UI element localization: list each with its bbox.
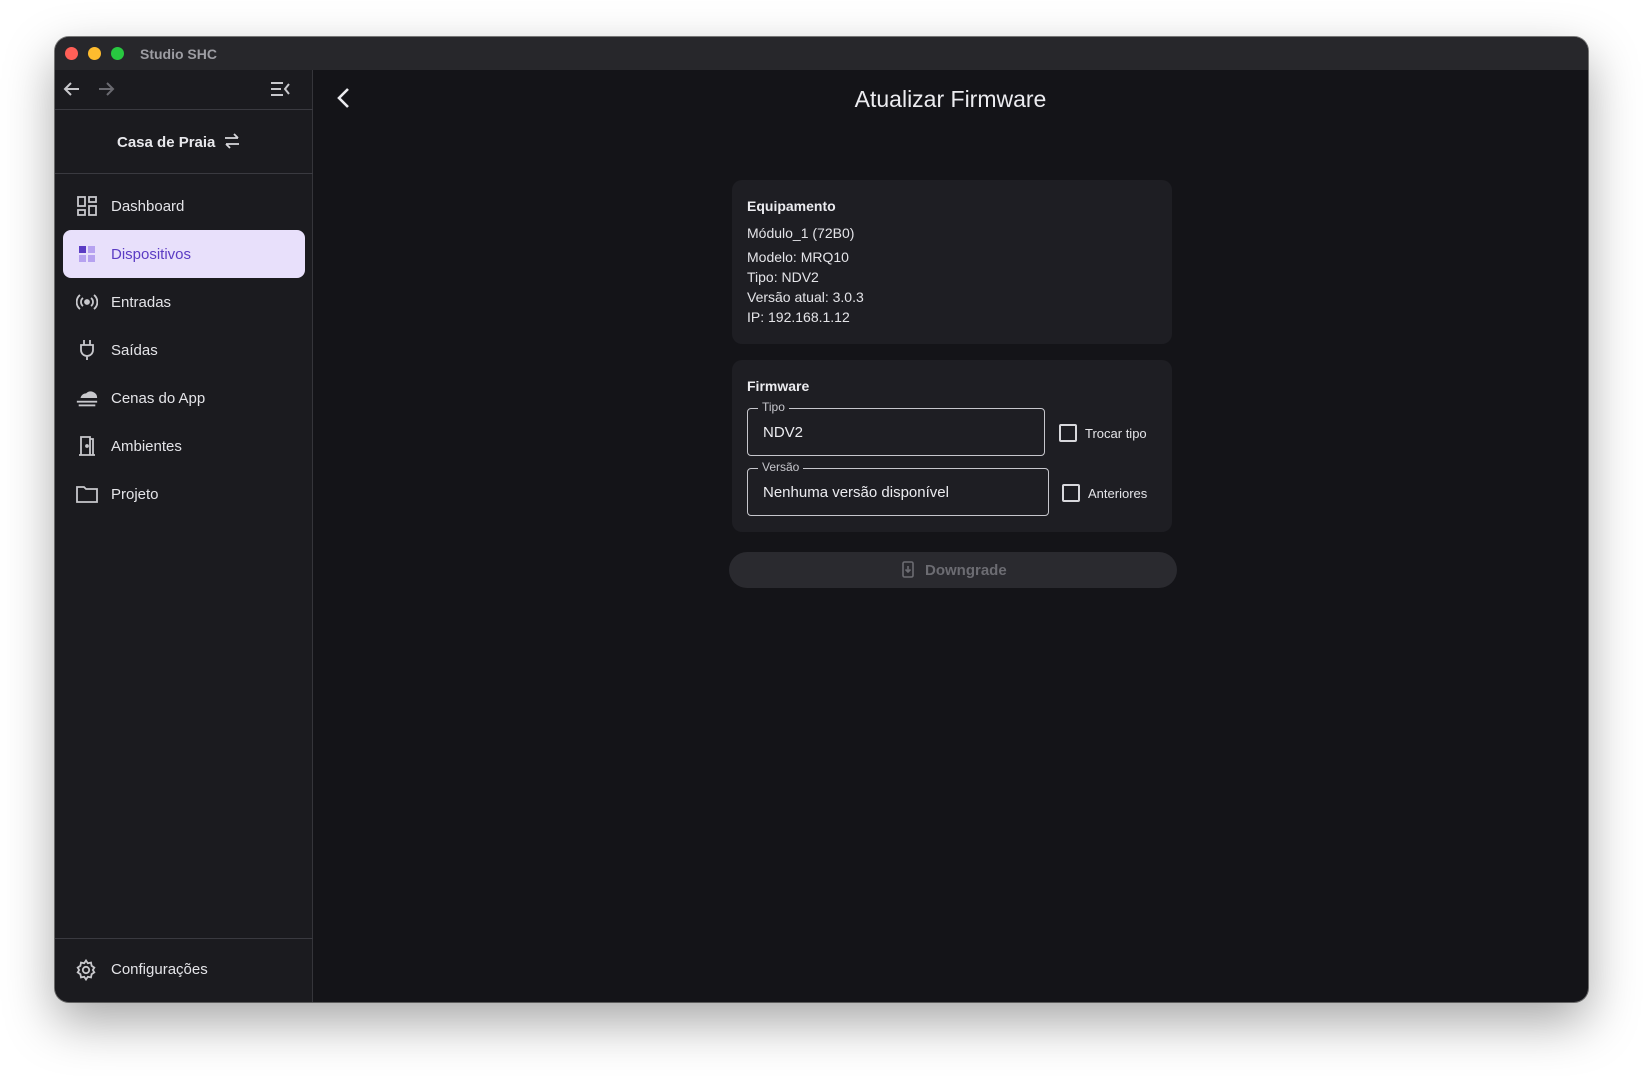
previous-versions-checkbox[interactable]: [1062, 484, 1080, 502]
firmware-version-value: Nenhuma versão disponível: [763, 484, 949, 501]
sidebar-item-label: Projeto: [111, 485, 159, 503]
equipment-model: Modelo: MRQ10: [747, 249, 849, 265]
gear-icon: [75, 958, 97, 986]
maximize-window-button[interactable]: [111, 47, 124, 60]
sidebar-item-label: Dashboard: [111, 197, 185, 215]
sidebar-item-label: Entradas: [111, 293, 172, 311]
devices-icon: [75, 242, 99, 266]
close-window-button[interactable]: [65, 47, 78, 60]
app-window: Studio SHC Casa de Praia Dashboard Dispo…: [55, 37, 1588, 1002]
nav-toolbar: [55, 70, 313, 110]
nav-back-icon[interactable]: [61, 78, 83, 100]
settings-label: Configurações: [111, 961, 208, 978]
downgrade-label: Downgrade: [925, 562, 1007, 579]
dashboard-icon: [75, 194, 99, 218]
firmware-type-field[interactable]: Tipo NDV2: [747, 400, 1045, 456]
page-title: Atualizar Firmware: [854, 86, 1047, 112]
firmware-title: Firmware: [747, 378, 810, 394]
equipment-version: Versão atual: 3.0.3: [747, 289, 864, 305]
firmware-card: Firmware Tipo NDV2 Trocar tipo Versão Ne…: [732, 360, 1172, 532]
minimize-window-button[interactable]: [88, 47, 101, 60]
phone-download-icon: [902, 561, 914, 583]
sidebar-item-ambientes[interactable]: Ambientes: [63, 422, 305, 470]
scenes-cloud-icon: [75, 386, 99, 410]
sidebar-item-label: Ambientes: [111, 437, 182, 455]
sidebar-item-label: Cenas do App: [111, 389, 206, 407]
equipment-type: Tipo: NDV2: [747, 269, 819, 285]
downgrade-button[interactable]: Downgrade: [729, 552, 1177, 588]
sidebar-item-label: Dispositivos: [111, 245, 192, 263]
equipment-title: Equipamento: [747, 198, 836, 214]
sidebar-item-dashboard[interactable]: Dashboard: [63, 182, 305, 230]
equipment-ip: IP: 192.168.1.12: [747, 309, 850, 325]
sidebar-item-dispositivos[interactable]: Dispositivos: [63, 230, 305, 278]
equipment-name: Módulo_1 (72B0): [747, 225, 855, 241]
sidebar-item-label: Saídas: [111, 341, 158, 359]
window-title: Studio SHC: [140, 46, 217, 62]
sidebar-menu: Dashboard Dispositivos Entradas Saídas C…: [63, 182, 305, 518]
inputs-broadcast-icon: [75, 290, 99, 314]
title-bar: Studio SHC: [55, 37, 1588, 70]
nav-forward-icon[interactable]: [95, 78, 117, 100]
swap-arrows-icon[interactable]: [223, 133, 241, 154]
sidebar: Casa de Praia Dashboard Dispositivos Ent…: [55, 70, 313, 1002]
main-content: Atualizar Firmware Equipamento Módulo_1 …: [313, 70, 1588, 1002]
rooms-door-icon: [75, 434, 99, 458]
sidebar-item-entradas[interactable]: Entradas: [63, 278, 305, 326]
sidebar-item-saidas[interactable]: Saídas: [63, 326, 305, 374]
change-type-label: Trocar tipo: [1085, 426, 1147, 441]
firmware-version-field[interactable]: Versão Nenhuma versão disponível: [747, 460, 1049, 516]
change-type-checkbox[interactable]: [1059, 424, 1077, 442]
previous-versions-label: Anteriores: [1088, 486, 1148, 501]
sidebar-item-cenas[interactable]: Cenas do App: [63, 374, 305, 422]
collapse-menu-icon[interactable]: [269, 78, 291, 100]
sidebar-item-configuracoes[interactable]: Configurações: [55, 938, 313, 1002]
project-folder-icon: [75, 482, 99, 506]
sidebar-item-projeto[interactable]: Projeto: [63, 470, 305, 518]
project-switcher[interactable]: Casa de Praia: [55, 111, 313, 174]
project-name: Casa de Praia: [117, 134, 216, 151]
firmware-type-value: NDV2: [763, 424, 804, 441]
firmware-version-legend: Versão: [758, 460, 804, 474]
equipment-card: Equipamento Módulo_1 (72B0) Modelo: MRQ1…: [732, 180, 1172, 344]
outputs-plug-icon: [75, 338, 99, 362]
firmware-type-legend: Tipo: [758, 400, 789, 414]
